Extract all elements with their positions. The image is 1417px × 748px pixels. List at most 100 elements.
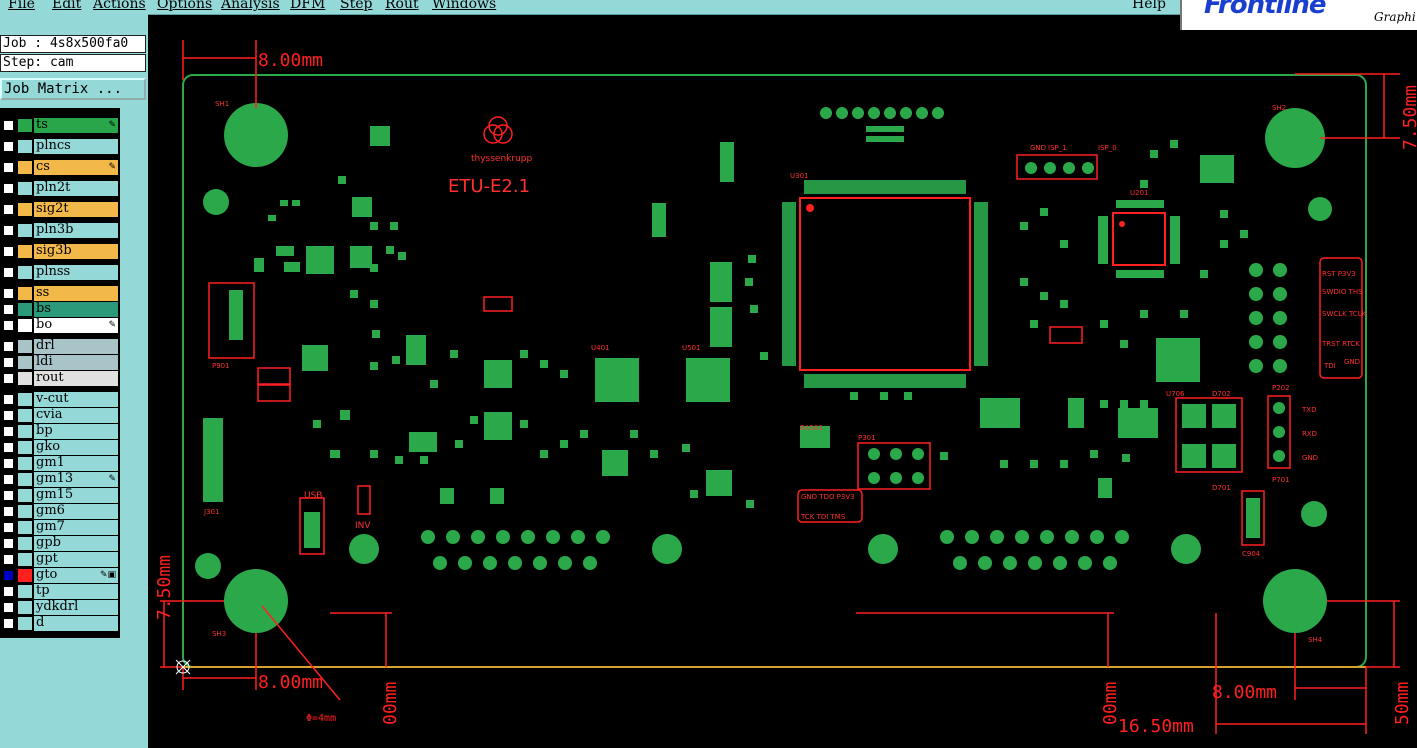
layer-row-gm15[interactable]: gm15 <box>0 488 118 503</box>
layer-row-bs[interactable]: bs <box>0 302 118 317</box>
layer-checkbox[interactable] <box>3 458 14 469</box>
layer-checkbox[interactable] <box>3 120 14 131</box>
layer-name[interactable]: rout <box>34 371 118 386</box>
layer-checkbox[interactable] <box>3 246 14 257</box>
layer-row-tp[interactable]: tp <box>0 584 118 599</box>
layer-checkbox[interactable] <box>3 357 14 368</box>
layer-row-gm6[interactable]: gm6 <box>0 504 118 519</box>
layer-name[interactable]: gm15 <box>34 488 118 503</box>
layer-name[interactable]: bs <box>34 302 118 317</box>
layer-name[interactable]: plnss <box>34 265 118 280</box>
layer-row-pln2t[interactable]: pln2t <box>0 181 118 196</box>
layer-row-bp[interactable]: bp <box>0 424 118 439</box>
layer-name[interactable]: gpt <box>34 552 118 567</box>
layer-color-swatch[interactable] <box>18 372 32 385</box>
layer-color-swatch[interactable] <box>18 356 32 369</box>
layer-row-cs[interactable]: cs ✎ <box>0 160 118 175</box>
layer-color-swatch[interactable] <box>18 303 32 316</box>
layer-checkbox[interactable] <box>3 394 14 405</box>
layer-name[interactable]: cs ✎ <box>34 160 118 175</box>
layer-name[interactable]: gko <box>34 440 118 455</box>
pcb-graphic-canvas[interactable]: thyssenkrupp ETU-E2.1 SH1 SH2 SH3 SH4 U3… <box>150 30 1417 734</box>
layer-row-gko[interactable]: gko <box>0 440 118 455</box>
layer-row-v-cut[interactable]: v-cut <box>0 392 118 407</box>
layer-color-swatch[interactable] <box>18 203 32 216</box>
layer-row-ts[interactable]: ts ✎ <box>0 118 118 133</box>
layer-name[interactable]: gm6 <box>34 504 118 519</box>
layer-checkbox[interactable] <box>3 426 14 437</box>
layer-name[interactable]: ldi <box>34 355 118 370</box>
layer-checkbox[interactable] <box>3 410 14 421</box>
layer-row-gm13[interactable]: gm13 ✎ <box>0 472 118 487</box>
layer-color-swatch[interactable] <box>18 287 32 300</box>
layer-name[interactable]: ss <box>34 286 118 301</box>
layer-checkbox[interactable] <box>3 442 14 453</box>
layer-row-gto[interactable]: gto ✎▣ <box>0 568 118 583</box>
layer-checkbox[interactable] <box>3 522 14 533</box>
menu-step[interactable]: Step <box>340 0 372 12</box>
layer-checkbox[interactable] <box>3 474 14 485</box>
layer-row-rout[interactable]: rout <box>0 371 118 386</box>
layer-name[interactable]: plncs <box>34 139 118 154</box>
layer-row-plncs[interactable]: plncs <box>0 139 118 154</box>
layer-checkbox[interactable] <box>3 204 14 215</box>
layer-color-swatch[interactable] <box>18 140 32 153</box>
layer-row-ydkdrl[interactable]: ydkdrl <box>0 600 118 615</box>
layer-checkbox[interactable] <box>3 538 14 549</box>
layer-name[interactable]: bp <box>34 424 118 439</box>
layer-name[interactable]: sig2t <box>34 202 118 217</box>
layer-name[interactable]: sig3b <box>34 244 118 259</box>
menu-file[interactable]: File <box>8 0 35 12</box>
layer-checkbox[interactable] <box>3 570 14 581</box>
layer-row-gm1[interactable]: gm1 <box>0 456 118 471</box>
layer-color-swatch[interactable] <box>18 537 32 550</box>
layer-color-swatch[interactable] <box>18 182 32 195</box>
layer-color-swatch[interactable] <box>18 601 32 614</box>
layer-color-swatch[interactable] <box>18 457 32 470</box>
layer-row-cvia[interactable]: cvia <box>0 408 118 423</box>
layer-name[interactable]: d <box>34 616 118 631</box>
menu-analysis[interactable]: Analysis <box>221 0 280 12</box>
layer-name[interactable]: ts ✎ <box>34 118 118 133</box>
layer-checkbox[interactable] <box>3 490 14 501</box>
layer-color-swatch[interactable] <box>18 441 32 454</box>
layer-name[interactable]: gto ✎▣ <box>34 568 118 583</box>
menu-edit[interactable]: Edit <box>52 0 81 12</box>
layer-name[interactable]: gm7 <box>34 520 118 535</box>
menu-actions[interactable]: Actions <box>93 0 146 12</box>
layer-color-swatch[interactable] <box>18 425 32 438</box>
layer-name[interactable]: gm13 ✎ <box>34 472 118 487</box>
layer-name[interactable]: ydkdrl <box>34 600 118 615</box>
layer-name[interactable]: pln3b <box>34 223 118 238</box>
layer-name[interactable]: bo ✎ <box>34 318 118 333</box>
layer-checkbox[interactable] <box>3 162 14 173</box>
layer-checkbox[interactable] <box>3 288 14 299</box>
layer-checkbox[interactable] <box>3 341 14 352</box>
layer-color-swatch[interactable] <box>18 161 32 174</box>
layer-color-swatch[interactable] <box>18 473 32 486</box>
layer-checkbox[interactable] <box>3 141 14 152</box>
layer-color-swatch[interactable] <box>18 569 32 582</box>
layer-name[interactable]: pln2t <box>34 181 118 196</box>
menu-rout[interactable]: Rout <box>385 0 419 12</box>
layer-color-swatch[interactable] <box>18 553 32 566</box>
menu-help[interactable]: Help <box>1132 0 1166 12</box>
layer-name[interactable]: gm1 <box>34 456 118 471</box>
layer-color-swatch[interactable] <box>18 245 32 258</box>
layer-color-swatch[interactable] <box>18 393 32 406</box>
layer-row-d[interactable]: d <box>0 616 118 631</box>
layer-color-swatch[interactable] <box>18 340 32 353</box>
layer-row-gm7[interactable]: gm7 <box>0 520 118 535</box>
layer-color-swatch[interactable] <box>18 266 32 279</box>
menu-windows[interactable]: Windows <box>432 0 496 12</box>
layer-row-ldi[interactable]: ldi <box>0 355 118 370</box>
layer-checkbox[interactable] <box>3 602 14 613</box>
layer-color-swatch[interactable] <box>18 224 32 237</box>
layer-row-gpb[interactable]: gpb <box>0 536 118 551</box>
layer-checkbox[interactable] <box>3 304 14 315</box>
layer-row-sig3b[interactable]: sig3b <box>0 244 118 259</box>
layer-color-swatch[interactable] <box>18 409 32 422</box>
layer-row-plnss[interactable]: plnss <box>0 265 118 280</box>
layer-name[interactable]: tp <box>34 584 118 599</box>
layer-color-swatch[interactable] <box>18 585 32 598</box>
